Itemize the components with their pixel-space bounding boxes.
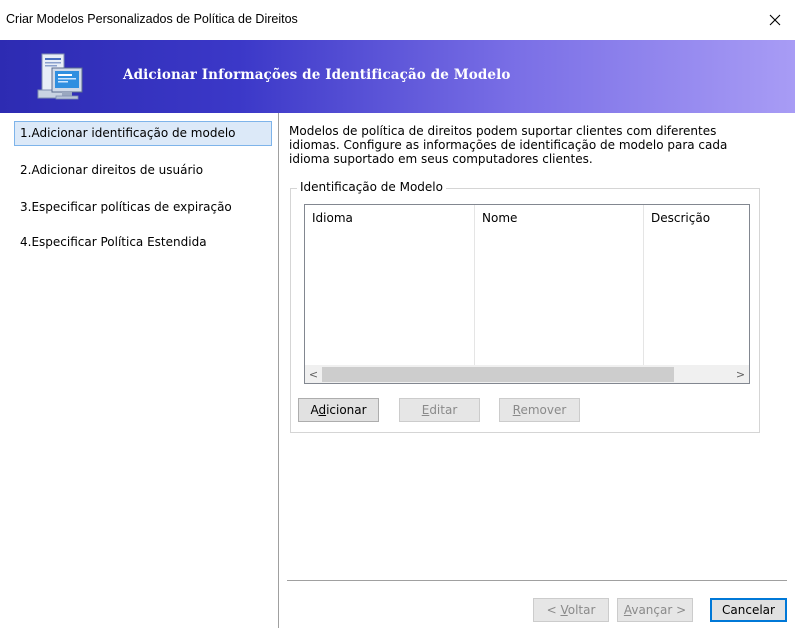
column-header-idioma[interactable]: Idioma — [305, 205, 475, 365]
next-button[interactable]: Avançar > — [617, 598, 693, 622]
footer-separator-highlight — [287, 581, 787, 582]
scroll-left-icon[interactable]: < — [305, 366, 322, 383]
scrollbar-thumb[interactable] — [322, 367, 674, 382]
sidebar-item-label: 3.Especificar políticas de expiração — [20, 200, 232, 214]
sidebar-divider-highlight — [279, 113, 280, 628]
title-bar: Criar Modelos Personalizados de Política… — [0, 0, 795, 40]
sidebar-item-direitos[interactable]: 2.Adicionar direitos de usuário — [14, 158, 272, 183]
computer-document-icon — [32, 50, 90, 106]
horizontal-scrollbar[interactable]: < > — [305, 365, 749, 383]
sidebar-item-label: 1.Adicionar identificação de modelo — [20, 126, 236, 140]
window-title: Criar Modelos Personalizados de Política… — [6, 12, 298, 26]
step-description: Modelos de política de direitos podem su… — [289, 124, 728, 166]
cancel-button[interactable]: Cancelar — [710, 598, 787, 622]
sidebar-item-label: 2.Adicionar direitos de usuário — [20, 163, 204, 177]
column-header-nome[interactable]: Nome — [475, 205, 644, 365]
back-label-mnemonic: V — [560, 603, 568, 617]
remove-button[interactable]: Remover — [499, 398, 580, 422]
wizard-steps-sidebar: 1.Adicionar identificação de modelo 2.Ad… — [0, 113, 278, 628]
column-label: Nome — [482, 211, 518, 225]
remove-label-rest: emover — [520, 403, 567, 417]
back-label-prefix: < — [546, 603, 561, 617]
scroll-right-icon[interactable]: > — [732, 366, 749, 383]
add-label-rest: icionar — [326, 403, 367, 417]
next-label-rest: vançar > — [631, 603, 687, 617]
banner-heading: Adicionar Informações de Identificação d… — [123, 67, 511, 83]
sidebar-item-politica-estendida[interactable]: 4.Especificar Política Estendida — [14, 230, 272, 255]
edit-label-rest: ditar — [429, 403, 458, 417]
back-button[interactable]: < Voltar — [533, 598, 609, 622]
sidebar-item-identificacao[interactable]: 1.Adicionar identificação de modelo — [14, 121, 272, 146]
column-header-descricao[interactable]: Descrição — [644, 205, 749, 365]
add-label-mnemonic: d — [318, 403, 327, 417]
back-label-rest: oltar — [567, 603, 596, 617]
header-banner: Adicionar Informações de Identificação d… — [0, 40, 795, 113]
add-button[interactable]: Adicionar — [298, 398, 379, 422]
group-title: Identificação de Modelo — [297, 180, 446, 194]
close-icon[interactable] — [755, 0, 795, 40]
identification-listview[interactable]: Idioma Nome Descrição < > — [304, 204, 750, 384]
cancel-label: Cancelar — [722, 603, 775, 617]
sidebar-item-expiracao[interactable]: 3.Especificar políticas de expiração — [14, 195, 272, 220]
column-label: Descrição — [651, 211, 711, 225]
sidebar-item-label: 4.Especificar Política Estendida — [20, 235, 207, 249]
edit-button[interactable]: Editar — [399, 398, 480, 422]
column-label: Idioma — [312, 211, 353, 225]
